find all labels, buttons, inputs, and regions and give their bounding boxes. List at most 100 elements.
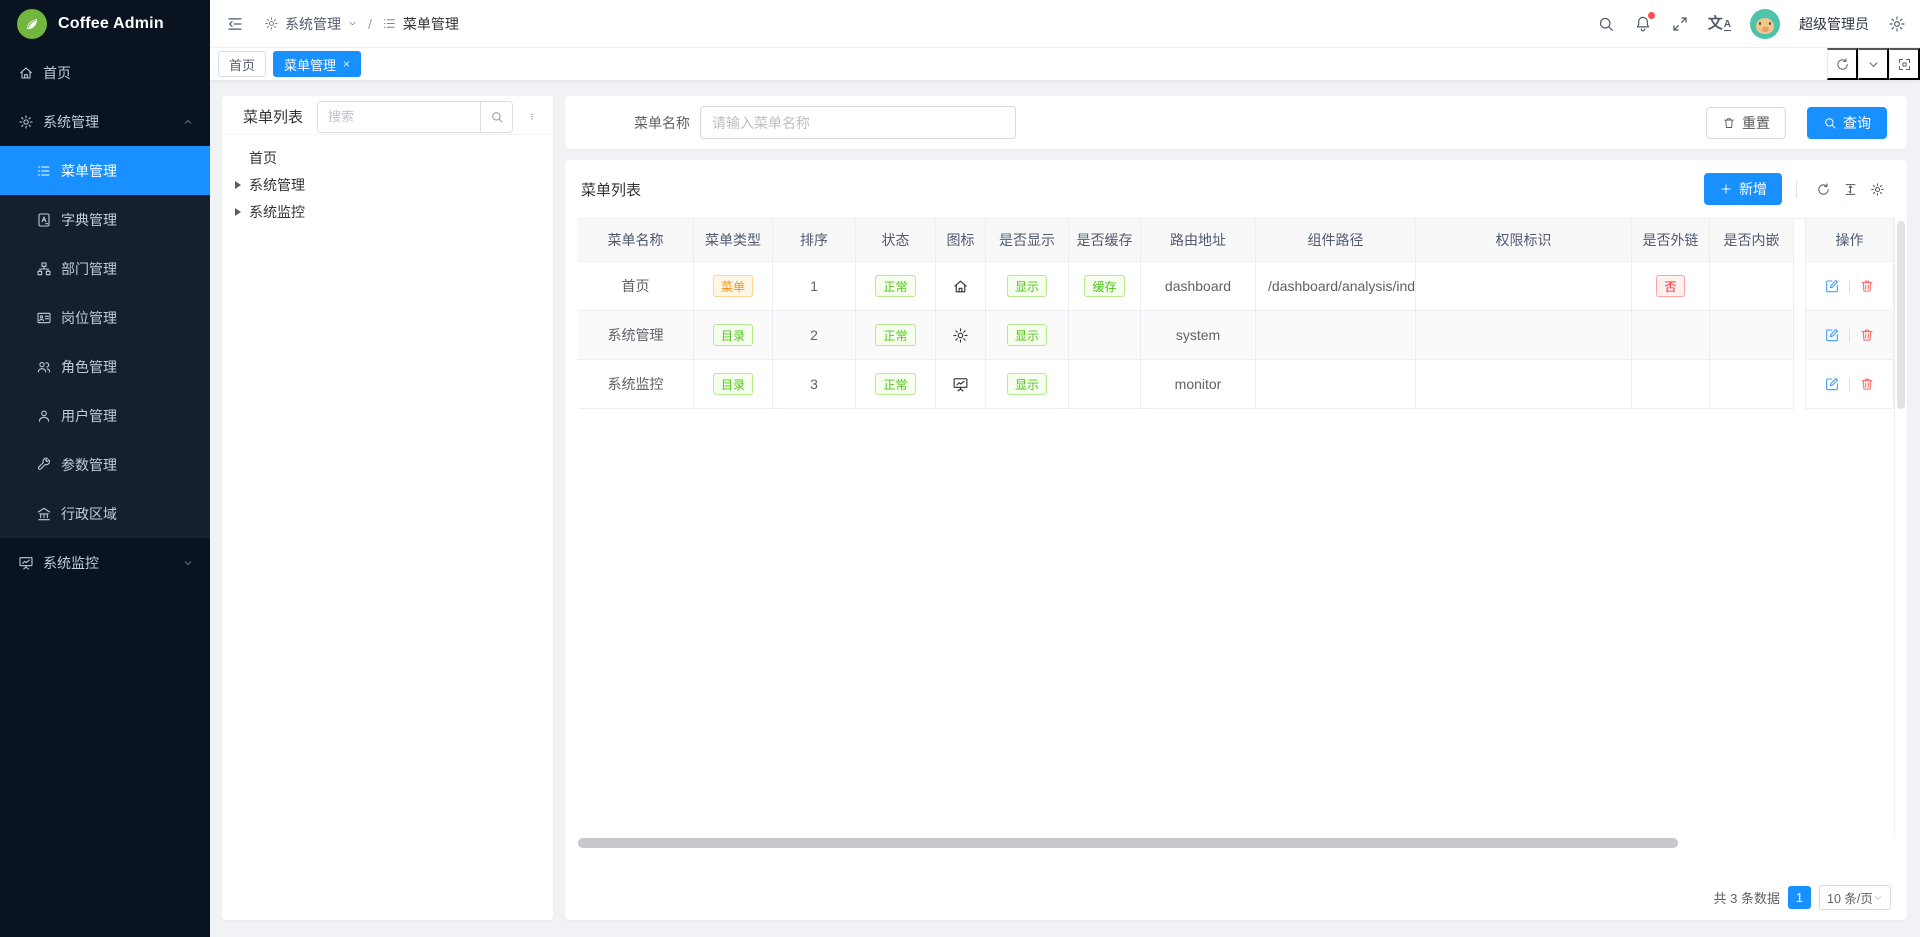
sidebar-item-home[interactable]: 首页 <box>0 48 210 97</box>
query-button[interactable]: 查询 <box>1807 107 1887 139</box>
translate-button[interactable]: 文A <box>1708 16 1731 31</box>
menu-tree-panel: 菜单列表 首页系统管理系统监控 <box>222 96 553 920</box>
sidebar-item-menu-manage[interactable]: 菜单管理 <box>0 146 210 195</box>
edit-icon <box>1824 376 1840 392</box>
pagination-total: 共 3 条数据 <box>1714 888 1780 907</box>
tree-node-system-monitor[interactable]: 系统监控 <box>222 198 553 225</box>
tag: 缓存 <box>1084 275 1124 297</box>
sidebar-item-user-manage[interactable]: 用户管理 <box>0 391 210 440</box>
table-settings-button[interactable] <box>1864 176 1891 202</box>
tab-close-icon[interactable]: × <box>343 58 350 70</box>
settings-button[interactable] <box>1888 15 1906 33</box>
table-row[interactable]: 首页菜单1正常显示缓存dashboard/dashboard/analysis/… <box>578 262 1894 311</box>
cell-permission <box>1416 311 1632 360</box>
sidebar-item-param-manage[interactable]: 参数管理 <box>0 440 210 489</box>
pagination: 共 3 条数据 1 10 条/页 <box>1714 885 1891 910</box>
add-button[interactable]: 新增 <box>1704 173 1782 205</box>
gear-icon <box>18 114 34 130</box>
cell-route: system <box>1141 311 1256 360</box>
menu-table-card: 菜单列表 新增 菜单名称菜单类型排序状态图标是否显示是否缓存路由地址组件路径权限… <box>565 160 1907 920</box>
tab-bar: 首页菜单管理× <box>210 48 1920 81</box>
vertical-scrollbar[interactable] <box>1894 218 1907 838</box>
search-button[interactable] <box>1597 15 1615 33</box>
cell-icon <box>936 360 986 409</box>
tag: 显示 <box>1007 324 1047 346</box>
table-refresh-button[interactable] <box>1810 176 1837 202</box>
sidebar-menu: 首页系统管理菜单管理字典管理部门管理岗位管理角色管理用户管理参数管理行政区域系统… <box>0 48 210 587</box>
row-actions <box>1806 360 1894 409</box>
maximize-icon <box>1897 57 1912 72</box>
edit-button[interactable] <box>1824 376 1840 392</box>
sidebar-item-dept-manage[interactable]: 部门管理 <box>0 244 210 293</box>
breadcrumb-separator: / <box>368 16 372 32</box>
chevup-icon <box>182 116 194 128</box>
delete-button[interactable] <box>1859 278 1875 294</box>
cell-cache <box>1069 311 1141 360</box>
tree-node-home[interactable]: 首页 <box>222 144 553 171</box>
gear-icon <box>952 327 969 344</box>
translate-icon: 文 <box>1708 16 1723 31</box>
tab-menu-button[interactable] <box>1858 48 1889 80</box>
tab-refresh-button[interactable] <box>1827 48 1858 80</box>
kebab-menu-icon <box>528 108 536 125</box>
sidebar-item-role-manage[interactable]: 角色管理 <box>0 342 210 391</box>
cell-route: dashboard <box>1141 262 1256 311</box>
row-actions <box>1806 311 1894 360</box>
delete-button[interactable] <box>1859 376 1875 392</box>
user-icon <box>36 408 52 424</box>
cell-order: 3 <box>773 360 856 409</box>
column-header: 是否外链 <box>1632 219 1710 262</box>
table-row[interactable]: 系统监控目录3正常显示monitor <box>578 360 1894 409</box>
cell-name: 首页 <box>578 262 694 311</box>
roles-icon <box>36 359 52 375</box>
wrench-icon <box>36 457 52 473</box>
tree-node-system-manage[interactable]: 系统管理 <box>222 171 553 198</box>
breadcrumb-parent[interactable]: 系统管理 <box>285 14 341 34</box>
edit-button[interactable] <box>1824 278 1840 294</box>
menu-name-input[interactable] <box>700 106 1016 139</box>
reset-button[interactable]: 重置 <box>1706 107 1786 139</box>
cell-type: 目录 <box>694 311 773 360</box>
tab-home[interactable]: 首页 <box>218 51 266 77</box>
cell-icon <box>936 311 986 360</box>
chevdown-icon <box>182 557 194 569</box>
tree-search-group <box>317 101 513 133</box>
tree-search-button[interactable] <box>480 101 513 133</box>
sidebar-collapse-button[interactable] <box>226 15 244 33</box>
sidebar-item-system-monitor[interactable]: 系统监控 <box>0 538 210 587</box>
table-density-button[interactable] <box>1837 176 1864 202</box>
username[interactable]: 超级管理员 <box>1799 14 1869 34</box>
tree-expand-icon[interactable] <box>235 181 241 189</box>
notification-button[interactable] <box>1634 15 1652 33</box>
cell-visible: 显示 <box>986 311 1069 360</box>
cell-permission <box>1416 262 1632 311</box>
delete-button[interactable] <box>1859 327 1875 343</box>
column-header: 菜单名称 <box>578 219 694 262</box>
menu-fold-icon <box>226 15 244 33</box>
page-1-button[interactable]: 1 <box>1788 886 1811 909</box>
trash-icon <box>1722 116 1736 130</box>
horizontal-scrollbar-thumb[interactable] <box>578 838 1678 848</box>
tree-search-input[interactable] <box>317 101 480 133</box>
tab-menu-manage[interactable]: 菜单管理× <box>273 51 361 77</box>
table-row[interactable]: 系统管理目录2正常显示system <box>578 311 1894 360</box>
avatar[interactable] <box>1750 9 1780 39</box>
tab-maximize-button[interactable] <box>1889 48 1920 80</box>
cell-cache: 缓存 <box>1069 262 1141 311</box>
search-icon <box>1597 15 1615 33</box>
cell-status: 正常 <box>856 360 936 409</box>
sidebar-item-region-manage[interactable]: 行政区域 <box>0 489 210 538</box>
sidebar-item-dict-manage[interactable]: 字典管理 <box>0 195 210 244</box>
fullscreen-button[interactable] <box>1671 15 1689 33</box>
tree-expand-icon[interactable] <box>235 208 241 216</box>
sidebar-item-system-manage[interactable]: 系统管理 <box>0 97 210 146</box>
edit-button[interactable] <box>1824 327 1840 343</box>
refresh-icon <box>1816 181 1831 198</box>
cell-external <box>1632 360 1710 409</box>
brand: Coffee Admin <box>0 0 210 48</box>
table-header: 菜单列表 新增 <box>565 160 1907 218</box>
cell-order: 1 <box>773 262 856 311</box>
tree-more-button[interactable] <box>522 104 542 130</box>
page-size-select[interactable]: 10 条/页 <box>1819 885 1891 910</box>
sidebar-item-post-manage[interactable]: 岗位管理 <box>0 293 210 342</box>
